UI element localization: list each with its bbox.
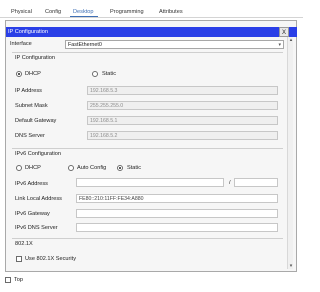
interface-label: Interface [10, 41, 32, 47]
static-radio-label: Static [102, 71, 116, 77]
chevron-down-icon: ▾ [278, 42, 281, 48]
ipv6-address-label: IPv6 Address [15, 181, 48, 187]
ipv6-static-radio[interactable] [117, 165, 123, 171]
ipv6-gateway-label: IPv6 Gateway [15, 211, 50, 217]
close-button[interactable]: X [279, 27, 289, 37]
tab-strip: Physical Config Desktop Programming Attr… [0, 0, 303, 18]
static-radio[interactable] [92, 71, 98, 77]
use-802-1x-checkbox[interactable] [16, 256, 22, 262]
ip-address-field[interactable]: 192.168.5.3 [87, 86, 278, 95]
interface-select[interactable]: FastEthernet0 ▾ [65, 40, 284, 49]
link-local-address-field[interactable]: FE80::210:11FF:FE34:A880 [76, 194, 278, 203]
window-title: IP Configuration [8, 29, 49, 35]
tab-config[interactable]: Config [45, 9, 61, 15]
use-802-1x-label: Use 802.1X Security [25, 256, 76, 262]
ip-config-section-title: IP Configuration [15, 55, 56, 61]
ipv6-address-field[interactable] [76, 178, 224, 187]
ipv6-dhcp-radio-label: DHCP [25, 165, 41, 171]
ipv6-auto-config-radio-label: Auto Config [77, 165, 107, 171]
section-divider [12, 52, 283, 53]
top-checkbox[interactable] [5, 277, 11, 283]
section-divider [12, 148, 283, 149]
top-checkbox-label: Top [14, 277, 24, 283]
ipv6-dhcp-radio[interactable] [16, 165, 22, 171]
subnet-mask-field[interactable]: 255.255.255.0 [87, 101, 278, 110]
tab-divider [0, 17, 303, 18]
ipv6-gateway-field[interactable] [76, 209, 278, 218]
dns-server-label: DNS Server [15, 133, 45, 139]
tab-programming[interactable]: Programming [110, 9, 144, 15]
ipv6-static-radio-label: Static [127, 165, 141, 171]
tab-desktop[interactable]: Desktop [73, 9, 94, 15]
subnet-mask-label: Subnet Mask [15, 103, 48, 109]
ipv6-prefix-field[interactable] [234, 178, 278, 187]
dhcp-radio-label: DHCP [25, 71, 41, 77]
tab-physical[interactable]: Physical [11, 9, 32, 15]
ipv6-auto-config-radio[interactable] [68, 165, 74, 171]
dot1x-section-title: 802.1X [15, 241, 33, 247]
window-titlebar: IP Configuration X [6, 27, 297, 37]
tab-attributes[interactable]: Attributes [159, 9, 183, 15]
dhcp-radio[interactable] [16, 71, 22, 77]
vertical-scrollbar[interactable]: ▴ ▾ [287, 37, 293, 269]
interface-select-value: FastEthernet0 [68, 42, 102, 48]
dns-server-field[interactable]: 192.168.5.2 [87, 131, 278, 140]
scroll-down-icon[interactable]: ▾ [288, 263, 294, 269]
ip-address-label: IP Address [15, 88, 42, 94]
default-gateway-label: Default Gateway [15, 118, 57, 124]
scroll-up-icon[interactable]: ▴ [288, 37, 294, 43]
default-gateway-field[interactable]: 192.168.5.1 [87, 116, 278, 125]
prefix-slash: / [229, 180, 231, 186]
link-local-address-label: Link Local Address [15, 196, 62, 202]
section-divider [12, 238, 283, 239]
ipv6-dns-server-field[interactable] [76, 223, 278, 232]
ipv6-dns-server-label: IPv6 DNS Server [15, 225, 58, 231]
ipv6-config-section-title: IPv6 Configuration [15, 151, 62, 157]
